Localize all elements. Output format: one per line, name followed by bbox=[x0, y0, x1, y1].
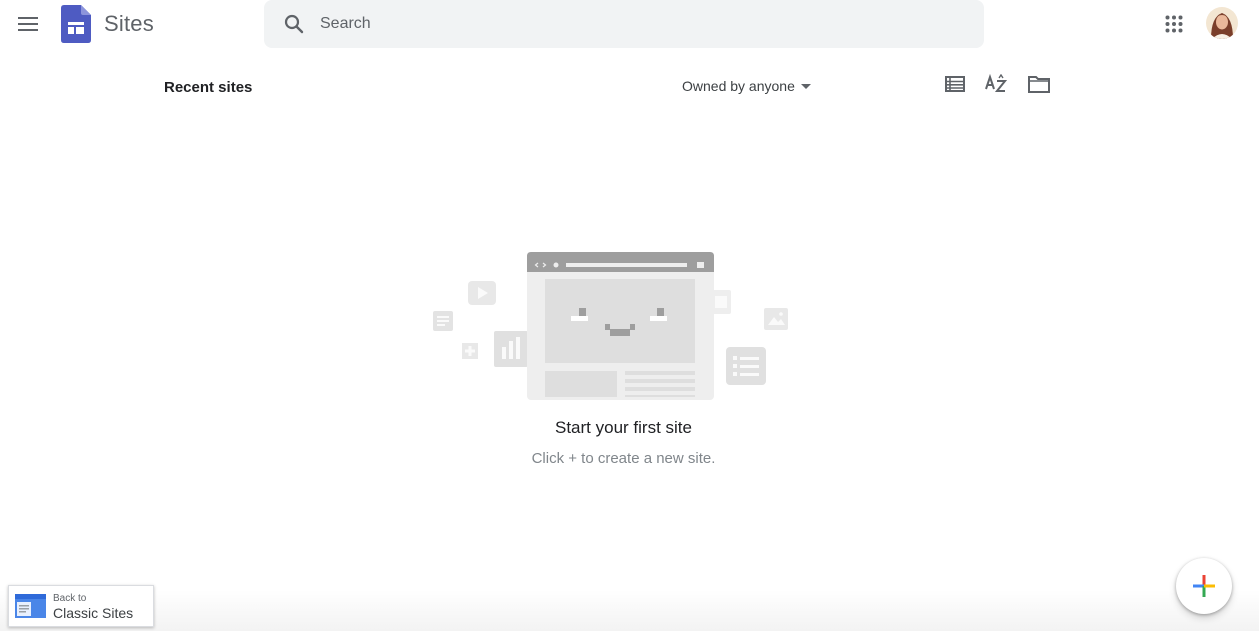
google-apps-button[interactable] bbox=[1160, 10, 1188, 38]
main-menu-button[interactable] bbox=[12, 8, 44, 40]
folder-button[interactable] bbox=[1027, 72, 1051, 96]
classic-link-caption: Back to bbox=[53, 593, 87, 604]
user-avatar-icon bbox=[1206, 7, 1238, 39]
empty-state-subtitle: Click + to create a new site. bbox=[531, 450, 716, 467]
list-view-icon bbox=[945, 76, 965, 92]
apps-grid-icon bbox=[1165, 15, 1183, 33]
back-to-classic-sites-button[interactable]: Back to Classic Sites bbox=[8, 585, 154, 627]
search-bar[interactable] bbox=[264, 0, 984, 48]
list-view-button[interactable] bbox=[943, 72, 967, 96]
folder-icon bbox=[1028, 76, 1050, 93]
top-app-bar: Sites bbox=[0, 0, 1259, 48]
video-icon bbox=[468, 281, 496, 305]
account-avatar[interactable] bbox=[1206, 7, 1238, 39]
dropdown-caret-icon bbox=[800, 83, 811, 89]
search-input[interactable] bbox=[320, 0, 960, 48]
app-title[interactable]: Sites bbox=[104, 11, 154, 37]
empty-state-title: Start your first site bbox=[555, 418, 692, 437]
plus-icon bbox=[1193, 575, 1215, 597]
sort-button[interactable] bbox=[984, 72, 1008, 96]
sort-az-icon bbox=[985, 74, 1007, 92]
bar-chart-icon bbox=[494, 331, 528, 367]
bottom-shadow bbox=[0, 590, 1259, 631]
document-icon bbox=[433, 311, 453, 331]
empty-state-illustration bbox=[433, 252, 788, 400]
owner-filter-dropdown[interactable]: Owned by anyone bbox=[682, 76, 811, 96]
hamburger-menu-icon bbox=[18, 17, 38, 31]
image-icon bbox=[764, 308, 788, 330]
owner-filter-label: Owned by anyone bbox=[682, 78, 795, 94]
list-block-icon bbox=[726, 347, 766, 385]
classic-sites-icon bbox=[15, 594, 46, 618]
embed-icon bbox=[711, 290, 731, 314]
classic-link-label: Classic Sites bbox=[53, 605, 134, 621]
browser-window-graphic bbox=[527, 252, 714, 400]
section-title: Recent sites bbox=[164, 79, 253, 96]
search-icon[interactable] bbox=[282, 12, 306, 36]
google-sites-logo[interactable] bbox=[61, 5, 91, 43]
create-site-button[interactable] bbox=[1176, 558, 1232, 614]
add-block-icon bbox=[462, 343, 478, 359]
